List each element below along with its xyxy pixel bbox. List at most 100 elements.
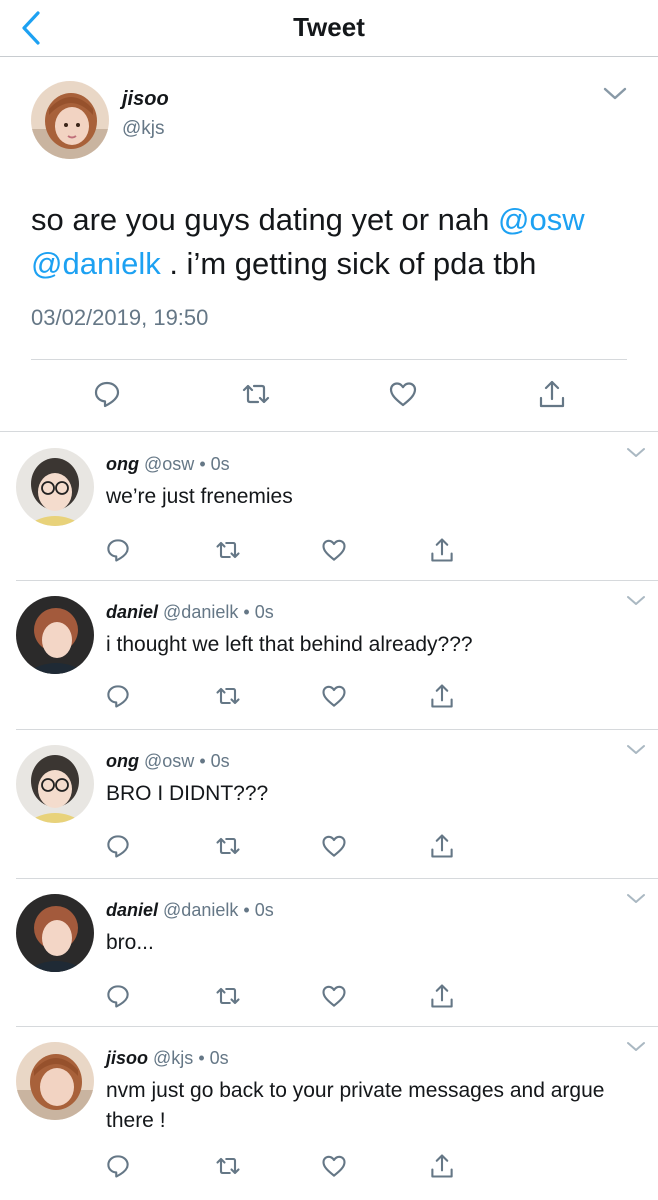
tweet-options-button[interactable] <box>626 1040 646 1054</box>
reply-actions <box>0 1152 658 1182</box>
share-button[interactable] <box>428 982 456 1010</box>
like-button[interactable] <box>320 832 348 860</box>
reply-time: 0s <box>254 602 274 622</box>
retweet-icon <box>216 541 240 559</box>
author-name[interactable]: daniel <box>106 900 158 920</box>
share-button[interactable] <box>428 832 456 860</box>
chevron-down-icon <box>603 87 627 100</box>
reply-tweet[interactable]: daniel @danielk • 0s i thought we left th… <box>0 580 658 730</box>
reply-text: bro... <box>106 931 154 954</box>
share-button[interactable] <box>428 682 456 710</box>
author-name[interactable]: jisoo <box>106 1048 148 1068</box>
like-icon <box>322 835 346 857</box>
reply-meta: ong @osw • 0s <box>106 751 230 772</box>
tweet-options-button[interactable] <box>626 594 646 608</box>
reply-text: we’re just frenemies <box>106 485 293 508</box>
author-handle[interactable]: @danielk <box>163 602 238 622</box>
reply-time: 0s <box>210 454 230 474</box>
reply-meta: jisoo @kjs • 0s <box>106 1048 229 1069</box>
tweet-options-button[interactable] <box>626 446 646 460</box>
share-button[interactable] <box>428 536 456 564</box>
share-icon <box>431 538 453 562</box>
reply-tweet[interactable]: ong @osw • 0s BRO I DIDNT??? <box>0 729 658 880</box>
like-icon <box>322 539 346 561</box>
reply-actions <box>0 982 658 1012</box>
separator-dot: • <box>243 900 250 920</box>
avatar[interactable] <box>16 1042 94 1120</box>
like-button[interactable] <box>320 1152 348 1180</box>
tweet-options-button[interactable] <box>626 743 646 757</box>
reply-icon <box>107 1155 129 1178</box>
reply-button[interactable] <box>104 982 132 1010</box>
retweet-button[interactable] <box>240 378 272 410</box>
avatar[interactable] <box>31 81 109 159</box>
tweet-options-button[interactable] <box>603 86 627 102</box>
page-title: Tweet <box>293 12 365 42</box>
reply-time: 0s <box>209 1048 229 1068</box>
share-button[interactable] <box>536 378 568 410</box>
reply-actions <box>0 536 658 566</box>
retweet-button[interactable] <box>214 982 242 1010</box>
reply-actions <box>0 832 658 862</box>
share-icon <box>431 834 453 858</box>
retweet-button[interactable] <box>214 832 242 860</box>
chevron-down-icon <box>627 448 645 457</box>
divider <box>31 359 627 360</box>
avatar[interactable] <box>16 894 94 972</box>
reply-icon <box>94 381 120 408</box>
nav-header: Tweet <box>0 0 658 57</box>
avatar[interactable] <box>16 448 94 526</box>
reply-button[interactable] <box>104 682 132 710</box>
tweet-text: so are you guys dating yet or nah @osw @d… <box>31 198 631 286</box>
reply-tweet[interactable]: daniel @danielk • 0s bro... <box>0 878 658 1030</box>
like-icon <box>322 1155 346 1177</box>
chevron-down-icon <box>627 1042 645 1051</box>
author-handle[interactable]: @kjs <box>122 118 165 140</box>
author-handle[interactable]: @kjs <box>153 1048 193 1068</box>
author-name[interactable]: daniel <box>106 602 158 622</box>
reply-button[interactable] <box>91 378 123 410</box>
separator-dot: • <box>243 602 250 622</box>
retweet-icon <box>216 837 240 855</box>
share-icon <box>431 684 453 708</box>
avatar[interactable] <box>16 596 94 674</box>
retweet-button[interactable] <box>214 536 242 564</box>
tweet-options-button[interactable] <box>626 892 646 906</box>
separator-dot: • <box>199 454 206 474</box>
reply-meta: daniel @danielk • 0s <box>106 900 274 921</box>
reply-icon <box>107 685 129 708</box>
reply-button[interactable] <box>104 536 132 564</box>
reply-tweet[interactable]: jisoo @kjs • 0s nvm just go back to your … <box>0 1026 658 1200</box>
reply-text: i thought we left that behind already??? <box>106 633 473 656</box>
author-name[interactable]: ong <box>106 454 139 474</box>
avatar[interactable] <box>16 745 94 823</box>
tweet-text-part: so are you guys dating yet or nah <box>31 202 499 237</box>
mention-link[interactable]: @osw <box>498 202 585 237</box>
retweet-button[interactable] <box>214 1152 242 1180</box>
separator-dot: • <box>199 751 206 771</box>
retweet-icon <box>216 1157 240 1175</box>
like-button[interactable] <box>320 536 348 564</box>
separator-dot: • <box>198 1048 205 1068</box>
share-button[interactable] <box>428 1152 456 1180</box>
author-name[interactable]: jisoo <box>122 88 169 111</box>
share-icon <box>431 1154 453 1178</box>
reply-button[interactable] <box>104 1152 132 1180</box>
retweet-icon <box>216 687 240 705</box>
retweet-icon <box>216 987 240 1005</box>
like-button[interactable] <box>387 378 419 410</box>
reply-button[interactable] <box>104 832 132 860</box>
retweet-button[interactable] <box>214 682 242 710</box>
reply-tweet[interactable]: ong @osw • 0s we’re just frenemies <box>0 432 658 584</box>
author-handle[interactable]: @danielk <box>163 900 238 920</box>
like-icon <box>322 985 346 1007</box>
author-name[interactable]: ong <box>106 751 139 771</box>
author-handle[interactable]: @osw <box>144 751 194 771</box>
reply-icon <box>107 985 129 1008</box>
reply-actions <box>0 682 658 712</box>
author-handle[interactable]: @osw <box>144 454 194 474</box>
reply-time: 0s <box>254 900 274 920</box>
mention-link[interactable]: @danielk <box>31 246 161 281</box>
like-button[interactable] <box>320 682 348 710</box>
like-button[interactable] <box>320 982 348 1010</box>
